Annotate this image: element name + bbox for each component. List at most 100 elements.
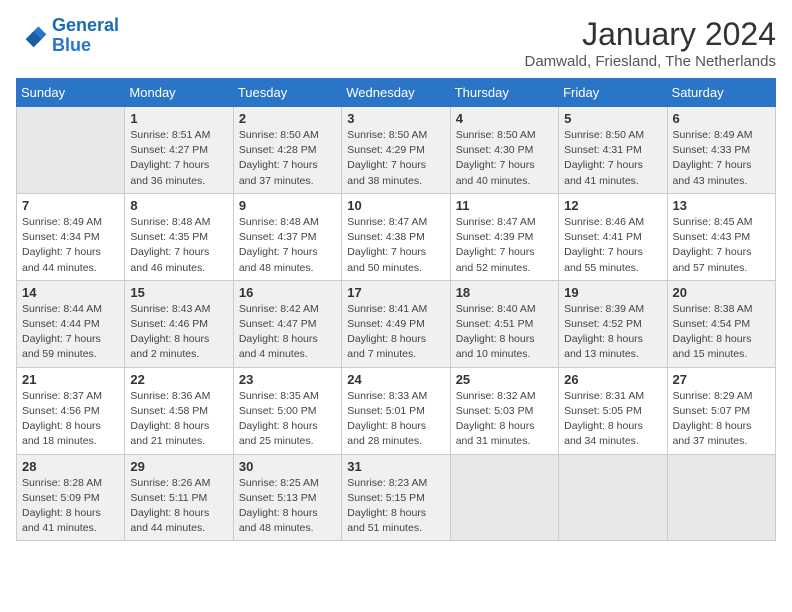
calendar-day-cell: 13 Sunrise: 8:45 AMSunset: 4:43 PMDayligh… [667, 193, 775, 280]
calendar-day-cell: 19 Sunrise: 8:39 AMSunset: 4:52 PMDayligh… [559, 280, 667, 367]
calendar-day-cell: 28 Sunrise: 8:28 AMSunset: 5:09 PMDayligh… [17, 454, 125, 541]
day-info: Sunrise: 8:42 AMSunset: 4:47 PMDaylight:… [239, 302, 336, 363]
calendar-day-cell: 21 Sunrise: 8:37 AMSunset: 4:56 PMDayligh… [17, 367, 125, 454]
day-info: Sunrise: 8:48 AMSunset: 4:37 PMDaylight:… [239, 215, 336, 276]
day-number: 26 [564, 372, 661, 387]
day-number: 31 [347, 459, 444, 474]
logo-text: General Blue [52, 16, 119, 56]
day-number: 28 [22, 459, 119, 474]
page-header: General Blue January 2024 Damwald, Fries… [16, 16, 776, 70]
day-number: 6 [673, 111, 770, 126]
calendar-day-cell: 20 Sunrise: 8:38 AMSunset: 4:54 PMDayligh… [667, 280, 775, 367]
calendar-week-row: 28 Sunrise: 8:28 AMSunset: 5:09 PMDayligh… [17, 454, 776, 541]
day-info: Sunrise: 8:35 AMSunset: 5:00 PMDaylight:… [239, 389, 336, 450]
weekday-header: Thursday [450, 79, 558, 107]
calendar-header-row: SundayMondayTuesdayWednesdayThursdayFrid… [17, 79, 776, 107]
day-number: 16 [239, 285, 336, 300]
day-number: 15 [130, 285, 227, 300]
calendar-day-cell: 26 Sunrise: 8:31 AMSunset: 5:05 PMDayligh… [559, 367, 667, 454]
day-number: 23 [239, 372, 336, 387]
calendar-day-cell: 31 Sunrise: 8:23 AMSunset: 5:15 PMDayligh… [342, 454, 450, 541]
calendar-day-cell: 24 Sunrise: 8:33 AMSunset: 5:01 PMDayligh… [342, 367, 450, 454]
day-number: 12 [564, 198, 661, 213]
day-number: 1 [130, 111, 227, 126]
day-info: Sunrise: 8:23 AMSunset: 5:15 PMDaylight:… [347, 476, 444, 537]
day-number: 21 [22, 372, 119, 387]
day-number: 29 [130, 459, 227, 474]
day-number: 25 [456, 372, 553, 387]
day-info: Sunrise: 8:49 AMSunset: 4:33 PMDaylight:… [673, 128, 770, 189]
day-number: 22 [130, 372, 227, 387]
location-subtitle: Damwald, Friesland, The Netherlands [524, 53, 776, 70]
day-number: 4 [456, 111, 553, 126]
calendar-day-cell: 25 Sunrise: 8:32 AMSunset: 5:03 PMDayligh… [450, 367, 558, 454]
day-number: 19 [564, 285, 661, 300]
calendar-day-cell [559, 454, 667, 541]
day-info: Sunrise: 8:51 AMSunset: 4:27 PMDaylight:… [130, 128, 227, 189]
calendar-day-cell: 30Sunrise: 8:25 AMSunset: 5:13 PMDayligh… [233, 454, 341, 541]
month-title: January 2024 [524, 16, 776, 53]
day-info: Sunrise: 8:33 AMSunset: 5:01 PMDaylight:… [347, 389, 444, 450]
calendar-day-cell: 8 Sunrise: 8:48 AMSunset: 4:35 PMDaylight… [125, 193, 233, 280]
calendar-day-cell [667, 454, 775, 541]
calendar-day-cell: 15 Sunrise: 8:43 AMSunset: 4:46 PMDayligh… [125, 280, 233, 367]
day-number: 24 [347, 372, 444, 387]
calendar-day-cell: 16 Sunrise: 8:42 AMSunset: 4:47 PMDayligh… [233, 280, 341, 367]
day-info: Sunrise: 8:47 AMSunset: 4:39 PMDaylight:… [456, 215, 553, 276]
day-info: Sunrise: 8:31 AMSunset: 5:05 PMDaylight:… [564, 389, 661, 450]
calendar-day-cell: 9 Sunrise: 8:48 AMSunset: 4:37 PMDaylight… [233, 193, 341, 280]
calendar-day-cell: 6 Sunrise: 8:49 AMSunset: 4:33 PMDaylight… [667, 107, 775, 194]
day-number: 13 [673, 198, 770, 213]
day-number: 10 [347, 198, 444, 213]
day-info: Sunrise: 8:28 AMSunset: 5:09 PMDaylight:… [22, 476, 119, 537]
day-info: Sunrise: 8:36 AMSunset: 4:58 PMDaylight:… [130, 389, 227, 450]
calendar-day-cell: 10 Sunrise: 8:47 AMSunset: 4:38 PMDayligh… [342, 193, 450, 280]
day-info: Sunrise: 8:45 AMSunset: 4:43 PMDaylight:… [673, 215, 770, 276]
day-number: 18 [456, 285, 553, 300]
day-number: 27 [673, 372, 770, 387]
calendar-day-cell: 29 Sunrise: 8:26 AMSunset: 5:11 PMDayligh… [125, 454, 233, 541]
day-number: 17 [347, 285, 444, 300]
day-number: 8 [130, 198, 227, 213]
day-info: Sunrise: 8:43 AMSunset: 4:46 PMDaylight:… [130, 302, 227, 363]
weekday-header: Friday [559, 79, 667, 107]
day-number: 9 [239, 198, 336, 213]
calendar-day-cell: 18 Sunrise: 8:40 AMSunset: 4:51 PMDayligh… [450, 280, 558, 367]
day-info: Sunrise: 8:50 AMSunset: 4:28 PMDaylight:… [239, 128, 336, 189]
day-number: 11 [456, 198, 553, 213]
weekday-header: Sunday [17, 79, 125, 107]
day-info: Sunrise: 8:41 AMSunset: 4:49 PMDaylight:… [347, 302, 444, 363]
calendar-day-cell: 3Sunrise: 8:50 AMSunset: 4:29 PMDaylight… [342, 107, 450, 194]
day-info: Sunrise: 8:37 AMSunset: 4:56 PMDaylight:… [22, 389, 119, 450]
calendar-day-cell: 27 Sunrise: 8:29 AMSunset: 5:07 PMDayligh… [667, 367, 775, 454]
day-info: Sunrise: 8:38 AMSunset: 4:54 PMDaylight:… [673, 302, 770, 363]
day-info: Sunrise: 8:40 AMSunset: 4:51 PMDaylight:… [456, 302, 553, 363]
day-info: Sunrise: 8:39 AMSunset: 4:52 PMDaylight:… [564, 302, 661, 363]
day-number: 2 [239, 111, 336, 126]
calendar-day-cell [17, 107, 125, 194]
day-number: 5 [564, 111, 661, 126]
calendar-week-row: 21 Sunrise: 8:37 AMSunset: 4:56 PMDayligh… [17, 367, 776, 454]
day-info: Sunrise: 8:47 AMSunset: 4:38 PMDaylight:… [347, 215, 444, 276]
calendar-day-cell: 2 Sunrise: 8:50 AMSunset: 4:28 PMDaylight… [233, 107, 341, 194]
day-info: Sunrise: 8:32 AMSunset: 5:03 PMDaylight:… [456, 389, 553, 450]
calendar-day-cell: 1 Sunrise: 8:51 AMSunset: 4:27 PMDaylight… [125, 107, 233, 194]
day-info: Sunrise: 8:25 AMSunset: 5:13 PMDaylight:… [239, 476, 336, 537]
calendar-day-cell: 7 Sunrise: 8:49 AMSunset: 4:34 PMDaylight… [17, 193, 125, 280]
weekday-header: Saturday [667, 79, 775, 107]
logo-icon [16, 20, 48, 52]
day-number: 3 [347, 111, 444, 126]
day-info: Sunrise: 8:50 AMSunset: 4:30 PMDaylight:… [456, 128, 553, 189]
calendar-day-cell: 22 Sunrise: 8:36 AMSunset: 4:58 PMDayligh… [125, 367, 233, 454]
day-number: 14 [22, 285, 119, 300]
day-number: 20 [673, 285, 770, 300]
day-info: Sunrise: 8:49 AMSunset: 4:34 PMDaylight:… [22, 215, 119, 276]
calendar-table: SundayMondayTuesdayWednesdayThursdayFrid… [16, 78, 776, 541]
weekday-header: Wednesday [342, 79, 450, 107]
day-info: Sunrise: 8:46 AMSunset: 4:41 PMDaylight:… [564, 215, 661, 276]
day-info: Sunrise: 8:29 AMSunset: 5:07 PMDaylight:… [673, 389, 770, 450]
day-info: Sunrise: 8:48 AMSunset: 4:35 PMDaylight:… [130, 215, 227, 276]
day-info: Sunrise: 8:26 AMSunset: 5:11 PMDaylight:… [130, 476, 227, 537]
day-number: 7 [22, 198, 119, 213]
calendar-day-cell [450, 454, 558, 541]
